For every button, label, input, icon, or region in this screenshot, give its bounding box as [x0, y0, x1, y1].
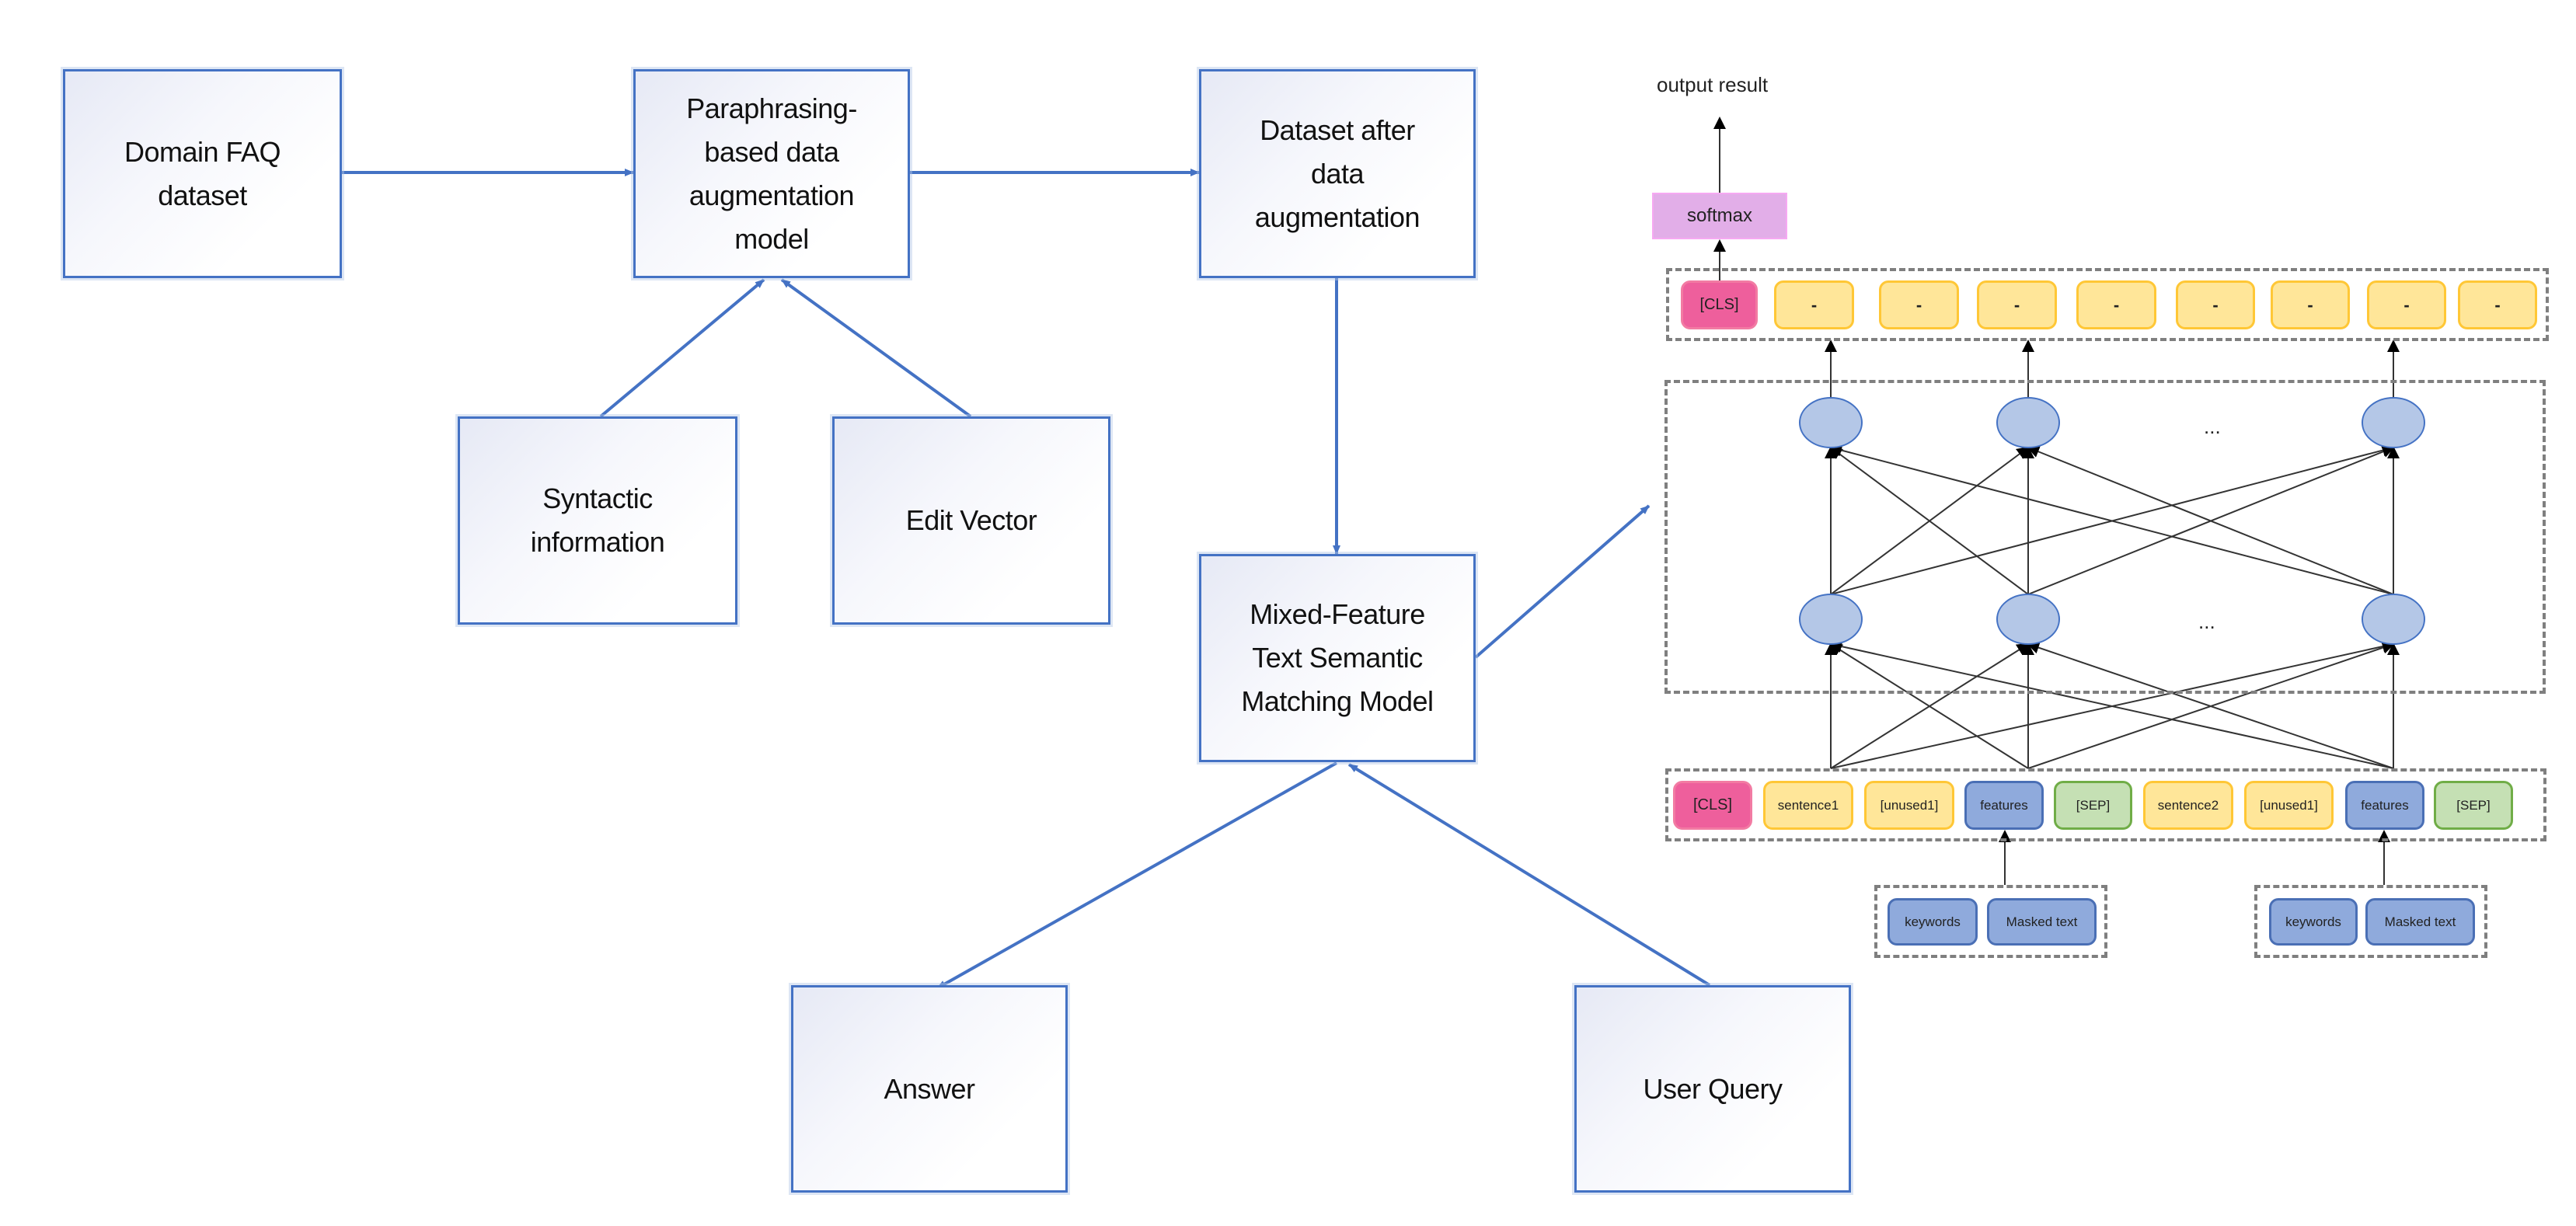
keywords-label-2: keywords [2285, 914, 2341, 929]
output-token-label: - [1811, 294, 1818, 315]
keywords-label-1: keywords [1905, 914, 1961, 929]
output-cls-token: [CLS] [1681, 280, 1758, 329]
edit-vector-box: Edit Vector [832, 416, 1110, 625]
masked-text-token-2: Masked text [2365, 898, 2475, 946]
input-token-label: features [2361, 797, 2409, 813]
domain-faq-dataset-box: Domain FAQ dataset [63, 69, 342, 278]
input-token-label: features [1980, 797, 2028, 813]
syntactic-information-box: Syntactic information [458, 416, 737, 625]
arrow-editvector-to-paraphrasing [780, 278, 972, 418]
syntactic-information-label: Syntactic information [530, 482, 665, 558]
output-token-label: - [1915, 294, 1922, 315]
input-token-label: sentence2 [2157, 797, 2219, 813]
matching-model-label: Mixed-Feature Text Semantic Matching Mod… [1241, 598, 1434, 717]
input-token-label: [SEP] [2076, 797, 2111, 813]
input-token-sentence2: sentence2 [2143, 781, 2233, 830]
output-token: - [1977, 280, 2057, 329]
input-token-unused1: [unused1] [1864, 781, 1954, 830]
matching-model-box: Mixed-Feature Text Semantic Matching Mod… [1199, 554, 1476, 762]
output-token: - [2458, 280, 2537, 329]
masked-text-label-1: Masked text [2006, 914, 2078, 929]
input-token-label: [unused1] [2260, 797, 2318, 813]
answer-label: Answer [884, 1072, 975, 1105]
output-result-label: output result [1657, 73, 1769, 96]
edit-vector-label: Edit Vector [905, 504, 1037, 536]
arrow-matching-to-answer [936, 761, 1337, 990]
output-token-label: - [2212, 294, 2219, 315]
output-token-label: - [2403, 294, 2410, 315]
output-token-label: - [2113, 294, 2120, 315]
output-token-label: - [2494, 294, 2501, 315]
input-token-sep: [SEP] [2054, 781, 2132, 830]
softmax-box: softmax [1652, 193, 1787, 239]
input-token-label: [CLS] [1692, 796, 1733, 813]
keywords-token-2: keywords [2269, 898, 2358, 946]
arrow-syntactic-to-paraphrasing [599, 278, 765, 418]
output-token: - [1774, 280, 1854, 329]
arrow-userquery-to-matching [1347, 763, 1711, 987]
arrow-matching-to-network [1474, 504, 1651, 659]
output-token: - [2176, 280, 2255, 329]
output-token-label: - [2307, 294, 2313, 315]
input-token-features: features [1964, 781, 2044, 830]
dataset-after-augmentation-box: Dataset after data augmentation [1199, 69, 1476, 278]
hidden-ellipsis-bottom: ... [2198, 610, 2215, 633]
masked-text-label-2: Masked text [2384, 914, 2456, 929]
input-token-label: [unused1] [1880, 797, 1939, 813]
input-token-sentence1: sentence1 [1763, 781, 1853, 830]
user-query-box: User Query [1574, 985, 1851, 1193]
hidden-ellipsis-top: ... [2204, 415, 2221, 438]
paraphrasing-model-box: Paraphrasing- based data augmentation mo… [633, 69, 910, 278]
dataset-after-augmentation-label: Dataset after data augmentation [1254, 113, 1420, 233]
domain-faq-dataset-label: Domain FAQ dataset [124, 135, 281, 211]
hidden-layers-group [1664, 380, 2546, 694]
input-token-unused1: [unused1] [2244, 781, 2334, 830]
input-token-label: [SEP] [2456, 797, 2491, 813]
output-token-label: [CLS] [1699, 296, 1739, 313]
softmax-label: softmax [1686, 205, 1753, 226]
answer-box: Answer [791, 985, 1068, 1193]
paraphrasing-model-label: Paraphrasing- based data augmentation mo… [686, 92, 857, 255]
input-token-label: sentence1 [1777, 797, 1839, 813]
output-token: - [1879, 280, 1959, 329]
output-token: - [2367, 280, 2446, 329]
keywords-token-1: keywords [1888, 898, 1978, 946]
output-token-label: - [2013, 294, 2020, 315]
output-token: - [2076, 280, 2156, 329]
input-token-cls: [CLS] [1673, 781, 1752, 830]
output-token: - [2271, 280, 2350, 329]
input-token-features: features [2345, 781, 2424, 830]
masked-text-token-1: Masked text [1987, 898, 2097, 946]
user-query-label: User Query [1643, 1072, 1783, 1105]
input-token-sep: [SEP] [2434, 781, 2513, 830]
diagram-canvas: Domain FAQ dataset Paraphrasing- based d… [0, 0, 2576, 1226]
